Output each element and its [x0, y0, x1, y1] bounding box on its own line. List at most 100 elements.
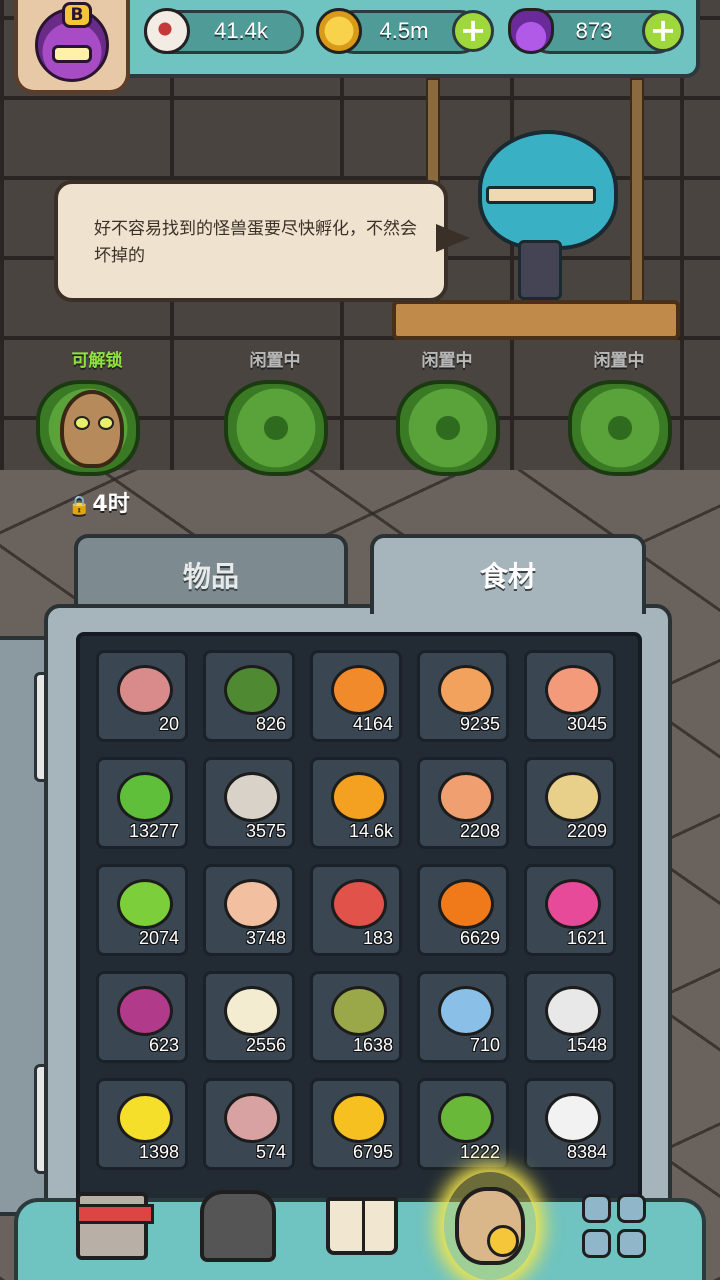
ingredient-cell[interactable]: 3045 — [524, 650, 616, 742]
salmon-steak-icon — [545, 665, 601, 715]
ingredient-cell[interactable]: 1621 — [524, 864, 616, 956]
ingredient-cell[interactable]: 14.6k — [310, 757, 402, 849]
swing-seat — [392, 300, 680, 340]
arena-icon — [200, 1190, 276, 1262]
ingredient-quantity: 1398 — [138, 1142, 179, 1162]
bitter-melon-icon — [438, 1093, 494, 1143]
monster-body — [478, 130, 618, 250]
tab-ingredients[interactable]: 食材 — [370, 534, 646, 614]
ingredient-cell[interactable]: 1638 — [310, 971, 402, 1063]
nest-icon — [568, 380, 672, 476]
ingredient-quantity: 14.6k — [348, 821, 393, 841]
ingredient-quantity: 3045 — [566, 714, 607, 734]
nav-more-button[interactable] — [572, 1184, 656, 1268]
ingredient-quantity: 1222 — [459, 1142, 500, 1162]
ingredient-cell[interactable]: 826 — [203, 650, 295, 742]
ingredient-cell[interactable]: 6629 — [417, 864, 509, 956]
ingredient-quantity: 826 — [255, 714, 286, 734]
ingredient-cell[interactable]: 8384 — [524, 1078, 616, 1170]
add-potions-button[interactable]: + — [642, 10, 684, 52]
ingredient-quantity: 1621 — [566, 928, 607, 948]
ingredient-cell[interactable]: 574 — [203, 1078, 295, 1170]
recipe-book-icon — [326, 1197, 398, 1255]
nav-shop-button[interactable] — [70, 1184, 154, 1268]
incubator-slot-4[interactable]: 闲置中 — [554, 346, 684, 496]
banana-icon — [224, 986, 280, 1036]
add-coins-button[interactable]: + — [452, 10, 494, 52]
meatballs-icon — [117, 665, 173, 715]
ribs-icon — [331, 879, 387, 929]
ingredient-quantity: 20 — [158, 714, 179, 734]
shop-icon — [76, 1192, 154, 1260]
ingredient-cell[interactable]: 2208 — [417, 757, 509, 849]
frozen-meat-icon — [438, 986, 494, 1036]
incubator-slot-1[interactable]: 可解锁 🔒4时 — [32, 346, 162, 517]
speech-bubble-tail — [436, 224, 470, 252]
lock-icon: 🔒 — [68, 495, 91, 516]
ingredient-quantity: 2209 — [566, 821, 607, 841]
peas-icon — [117, 879, 173, 929]
dragon-fruit-icon — [545, 879, 601, 929]
ingredient-quantity: 2208 — [459, 821, 500, 841]
slot-status: 闲置中 — [593, 351, 645, 371]
nest-icon — [224, 380, 328, 476]
ingredient-quantity: 710 — [469, 1035, 500, 1055]
ingredient-cell[interactable]: 2209 — [524, 757, 616, 849]
pumpkin-icon — [438, 879, 494, 929]
unlock-timer: 🔒4时 — [68, 492, 130, 517]
ingredient-cell[interactable]: 2556 — [203, 971, 295, 1063]
ingredient-quantity: 6795 — [352, 1142, 393, 1162]
ingredient-cell[interactable]: 20 — [96, 650, 188, 742]
potion-value: 873 — [575, 18, 613, 43]
ingredient-cell[interactable]: 3575 — [203, 757, 295, 849]
ingredient-quantity: 13277 — [128, 821, 179, 841]
swing-rope-right — [630, 78, 644, 328]
nav-bag-button[interactable] — [448, 1184, 532, 1268]
corn-icon — [331, 1093, 387, 1143]
lettuce-icon — [117, 772, 173, 822]
eyeball-value: 41.4k — [214, 18, 268, 43]
ingredient-cell[interactable]: 6795 — [310, 1078, 402, 1170]
ingredient-quantity: 623 — [148, 1035, 179, 1055]
lemon-icon — [117, 1093, 173, 1143]
nav-recipe-book-button[interactable] — [320, 1184, 404, 1268]
ingredient-cell[interactable]: 13277 — [96, 757, 188, 849]
ingredient-cell[interactable]: 623 — [96, 971, 188, 1063]
incubator-slot-2[interactable]: 闲置中 — [210, 346, 340, 496]
ingredient-cell[interactable]: 1222 — [417, 1078, 509, 1170]
shrimp-icon — [438, 772, 494, 822]
speech-bubble: 好不容易找到的怪兽蛋要尽快孵化，不然会坏掉的 — [54, 180, 448, 302]
ingredient-quantity: 1638 — [352, 1035, 393, 1055]
slot-status: 可解锁 — [71, 351, 123, 371]
ingredient-cell[interactable]: 4164 — [310, 650, 402, 742]
ingredient-cell[interactable]: 1548 — [524, 971, 616, 1063]
ingredient-quantity: 9235 — [459, 714, 500, 734]
spotted-egg-icon — [438, 665, 494, 715]
ingredient-cell[interactable]: 1398 — [96, 1078, 188, 1170]
hatching-egg-icon — [60, 390, 124, 468]
nav-arena-button[interactable] — [196, 1184, 280, 1268]
coin-value: 4.5m — [379, 18, 429, 43]
incubator-slot-3[interactable]: 闲置中 — [382, 346, 512, 496]
ingredient-cell[interactable]: 710 — [417, 971, 509, 1063]
gold-coin-icon — [316, 8, 362, 54]
player-avatar[interactable]: B — [14, 0, 130, 94]
sea-cucumber-icon — [224, 1093, 280, 1143]
purple-potion-icon — [508, 8, 554, 54]
ingredient-quantity: 3575 — [245, 821, 286, 841]
ingredient-quantity: 2556 — [245, 1035, 286, 1055]
eyeball-icon — [144, 8, 190, 54]
chef-monster[interactable] — [468, 130, 628, 300]
ingredient-cell[interactable]: 183 — [310, 864, 402, 956]
ingredient-quantity: 1548 — [566, 1035, 607, 1055]
root-vegetable-icon — [331, 986, 387, 1036]
tab-items[interactable]: 物品 — [74, 534, 348, 610]
mushroom-icon — [331, 772, 387, 822]
ingredient-quantity: 3748 — [245, 928, 286, 948]
nest-icon — [396, 380, 500, 476]
ingredient-cell[interactable]: 9235 — [417, 650, 509, 742]
ingredient-cell[interactable]: 3748 — [203, 864, 295, 956]
ingredient-quantity: 2074 — [138, 928, 179, 948]
ingredient-cell[interactable]: 2074 — [96, 864, 188, 956]
seaweed-icon — [224, 665, 280, 715]
